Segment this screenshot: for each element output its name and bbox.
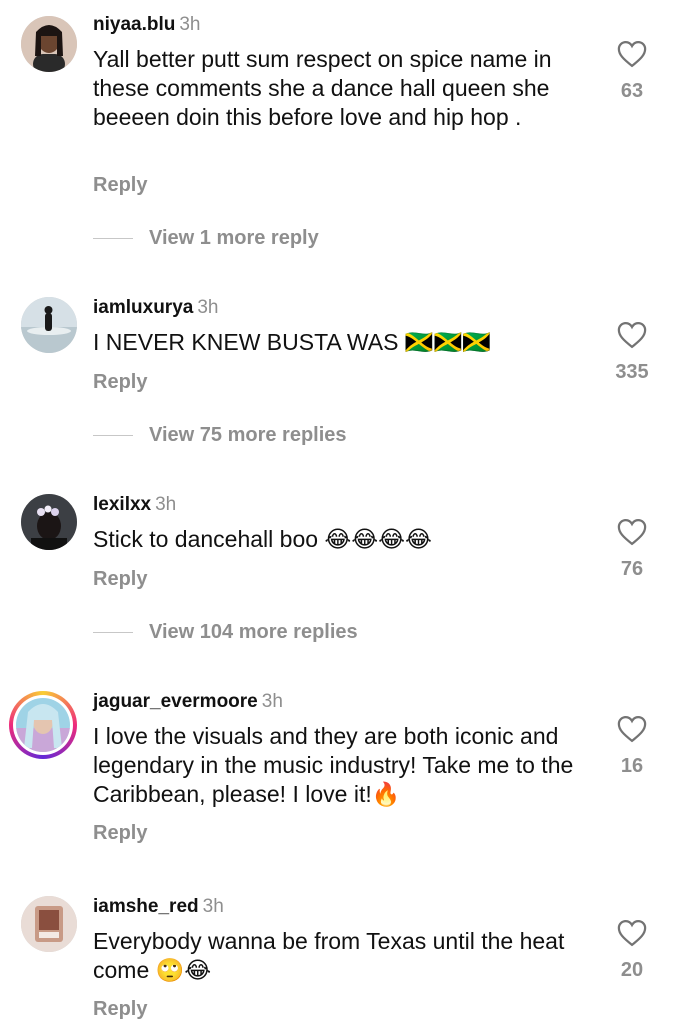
avatar[interactable] — [21, 16, 77, 72]
like-button[interactable]: 63 — [603, 40, 661, 103]
divider — [93, 632, 133, 633]
avatar[interactable] — [9, 691, 77, 759]
like-count: 76 — [620, 558, 644, 580]
comment-text: I love the visuals and they are both ico… — [93, 723, 574, 807]
like-count: 335 — [615, 361, 649, 383]
avatar[interactable] — [21, 297, 77, 353]
avatar-image — [16, 698, 70, 752]
username[interactable]: jaguar_evermoore — [93, 691, 258, 712]
view-more-replies[interactable]: View 1 more reply — [93, 227, 319, 250]
comment-text: Everybody wanna be from Texas until the … — [93, 928, 565, 983]
username[interactable]: iamshe_red — [93, 896, 199, 917]
comment-header: iamshe_red 3h — [93, 896, 224, 918]
view-more-replies[interactable]: View 104 more replies — [93, 621, 358, 644]
view-more-label: View 104 more replies — [149, 621, 358, 643]
reply-button[interactable]: Reply — [93, 174, 147, 197]
username[interactable]: niyaa.blu — [93, 14, 175, 35]
reply-button[interactable]: Reply — [93, 998, 147, 1021]
timestamp: 3h — [202, 896, 224, 917]
like-button[interactable]: 76 — [603, 518, 661, 581]
username[interactable]: iamluxurya — [93, 297, 193, 318]
like-count: 63 — [620, 80, 644, 102]
heart-icon — [617, 518, 647, 546]
avatar[interactable] — [21, 896, 77, 952]
heart-icon — [617, 321, 647, 349]
comment-text: Yall better putt sum respect on spice na… — [93, 46, 552, 130]
timestamp: 3h — [261, 691, 283, 712]
like-count: 20 — [620, 959, 644, 981]
reply-button[interactable]: Reply — [93, 822, 147, 845]
username[interactable]: lexilxx — [93, 494, 151, 515]
divider — [93, 238, 133, 239]
like-button[interactable]: 20 — [603, 919, 661, 982]
like-button[interactable]: 335 — [603, 321, 661, 384]
view-more-replies[interactable]: View 75 more replies — [93, 424, 347, 447]
avatar[interactable] — [21, 494, 77, 550]
comment-text: I NEVER KNEW BUSTA WAS 🇯🇲🇯🇲🇯🇲 — [93, 329, 491, 355]
reply-button[interactable]: Reply — [93, 568, 147, 591]
like-button[interactable]: 16 — [603, 715, 661, 778]
view-more-label: View 1 more reply — [149, 227, 319, 249]
timestamp: 3h — [197, 297, 219, 318]
reply-button[interactable]: Reply — [93, 371, 147, 394]
comment-header: lexilxx 3h — [93, 494, 176, 516]
heart-icon — [617, 40, 647, 68]
heart-icon — [617, 715, 647, 743]
comment-header: iamluxurya 3h — [93, 297, 218, 319]
comment-header: jaguar_evermoore 3h — [93, 691, 283, 713]
comment-text: Stick to dancehall boo 😂😂😂😂 — [93, 526, 432, 552]
timestamp: 3h — [179, 14, 201, 35]
heart-icon — [617, 919, 647, 947]
timestamp: 3h — [155, 494, 177, 515]
view-more-label: View 75 more replies — [149, 424, 347, 446]
divider — [93, 435, 133, 436]
like-count: 16 — [620, 755, 644, 777]
comment-header: niyaa.blu 3h — [93, 14, 201, 36]
